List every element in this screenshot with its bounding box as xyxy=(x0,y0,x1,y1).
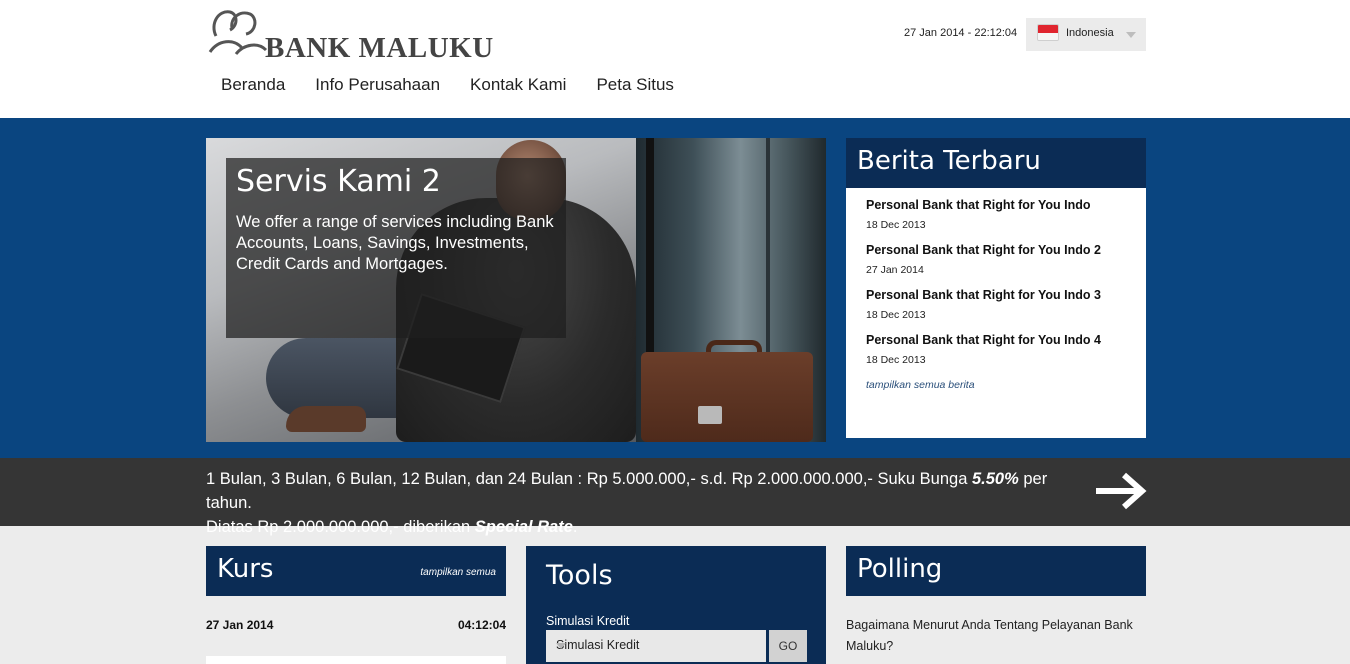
simulasi-kredit-select[interactable]: Simulasi Kredit xyxy=(546,630,766,662)
slide-caption: Servis Kami 2 We offer a range of servic… xyxy=(226,158,566,338)
special-rate: Special Rate xyxy=(474,518,573,536)
slide-text: We offer a range of services including B… xyxy=(236,213,554,273)
site-header: BANK MALUKU 27 Jan 2014 - 22:12:04 Indon… xyxy=(0,0,1350,118)
rate-line2-pre: Diatas Rp 2.000.000.000,- diberikan xyxy=(206,518,475,536)
polling-title: Polling xyxy=(857,554,943,584)
kurs-title: Kurs xyxy=(217,554,274,584)
news-panel: Berita Terbaru Personal Bank that Right … xyxy=(846,138,1146,438)
go-button[interactable]: GO xyxy=(769,630,807,662)
kurs-header: Kurs tampilkan semua xyxy=(206,546,506,596)
rate-line2-post: . xyxy=(572,518,578,536)
news-show-all-link[interactable]: tampilkan semua berita xyxy=(866,379,1126,391)
kurs-date: 27 Jan 2014 xyxy=(206,618,274,632)
news-item-link[interactable]: Personal Bank that Right for You Indo xyxy=(866,197,1126,213)
news-item-date: 27 Jan 2014 xyxy=(866,264,924,276)
nav-item-beranda[interactable]: Beranda xyxy=(206,74,300,96)
logo-mark-icon xyxy=(208,10,268,56)
rate-line1-pre: 1 Bulan, 3 Bulan, 6 Bulan, 12 Bulan, dan… xyxy=(206,470,972,488)
polling-header: Polling xyxy=(846,546,1146,596)
polling-question: Bagaimana Menurut Anda Tentang Pelayanan… xyxy=(846,618,1133,653)
kurs-table xyxy=(206,656,506,664)
news-item-link[interactable]: Personal Bank that Right for You Indo 2 xyxy=(866,242,1126,258)
rate-text: 1 Bulan, 3 Bulan, 6 Bulan, 12 Bulan, dan… xyxy=(206,467,1086,539)
select-value: Simulasi Kredit xyxy=(556,638,640,652)
slide-title: Servis Kami 2 xyxy=(236,164,441,199)
news-item-link[interactable]: Personal Bank that Right for You Indo 4 xyxy=(866,332,1126,348)
tools-panel: Tools Simulasi Kredit Simulasi Kredit GO xyxy=(526,546,826,664)
news-item: Personal Bank that Right for You Indo 18… xyxy=(866,197,1126,242)
indonesia-flag-icon xyxy=(1037,24,1059,41)
simulasi-kredit-label: Simulasi Kredit xyxy=(546,614,630,628)
rate-value: 5.50% xyxy=(971,470,1019,488)
language-label: Indonesia xyxy=(1066,27,1114,39)
language-select[interactable]: Indonesia xyxy=(1026,18,1146,51)
arrow-right-icon[interactable] xyxy=(1094,471,1148,511)
logo-text: BANK MALUKU xyxy=(265,32,494,64)
chevron-down-icon xyxy=(1126,32,1136,38)
news-item-date: 18 Dec 2013 xyxy=(866,354,926,366)
news-item: Personal Bank that Right for You Indo 3 … xyxy=(866,287,1126,332)
nav-item-peta-situs[interactable]: Peta Situs xyxy=(581,74,689,96)
main-nav: Beranda Info Perusahaan Kontak Kami Peta… xyxy=(206,74,689,96)
news-item-link[interactable]: Personal Bank that Right for You Indo 3 xyxy=(866,287,1126,303)
news-item: Personal Bank that Right for You Indo 2 … xyxy=(866,242,1126,287)
hero-section: Servis Kami 2 We offer a range of servic… xyxy=(0,118,1350,458)
kurs-time: 04:12:04 xyxy=(457,618,506,632)
interest-rate-bar: 1 Bulan, 3 Bulan, 6 Bulan, 12 Bulan, dan… xyxy=(0,458,1350,536)
news-item-date: 18 Dec 2013 xyxy=(866,219,926,231)
news-header: Berita Terbaru xyxy=(846,138,1146,188)
tools-title: Tools xyxy=(546,560,613,591)
news-list: Personal Bank that Right for You Indo 18… xyxy=(846,188,1146,391)
chevron-down-icon xyxy=(556,643,566,649)
photo-briefcase xyxy=(641,352,813,442)
nav-item-info-perusahaan[interactable]: Info Perusahaan xyxy=(300,74,455,96)
news-item: Personal Bank that Right for You Indo 4 … xyxy=(866,332,1126,377)
news-item-date: 18 Dec 2013 xyxy=(866,309,926,321)
kurs-show-all-link[interactable]: tampilkan semua xyxy=(420,567,496,578)
news-title: Berita Terbaru xyxy=(857,146,1041,176)
nav-item-kontak-kami[interactable]: Kontak Kami xyxy=(455,74,581,96)
kurs-date-row: 27 Jan 2014 04:12:04 xyxy=(206,618,506,632)
bank-logo[interactable]: BANK MALUKU xyxy=(208,6,508,64)
hero-slide[interactable]: Servis Kami 2 We offer a range of servic… xyxy=(206,138,826,442)
header-datetime: 27 Jan 2014 - 22:12:04 xyxy=(904,27,1018,39)
